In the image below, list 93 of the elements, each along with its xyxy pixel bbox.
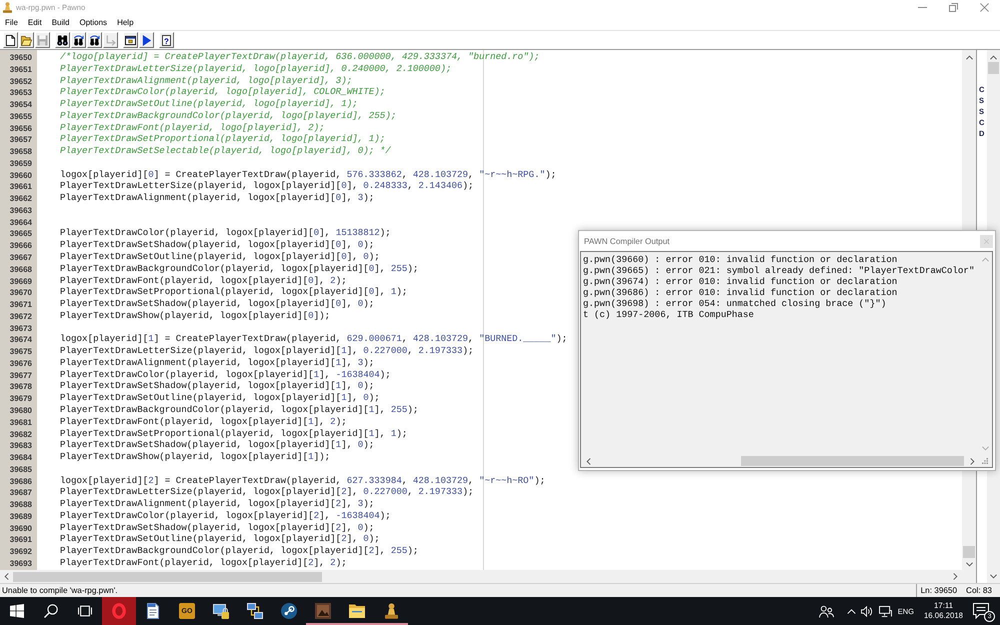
code-line: PlayerTextDrawColor(playerid, logo[playerid], COLOR_WHITE);	[60, 86, 386, 98]
line-number: 39677	[10, 370, 32, 380]
code-line: PlayerTextDrawColor(playerid, logox[playerid][1], -1638404);	[60, 368, 391, 380]
code-line: PlayerTextDrawLetterSize(playerid, logox[playerid][1], 0.227000, 2.197333);	[60, 345, 474, 357]
line-number: 39659	[10, 158, 32, 168]
line-number: 39660	[10, 170, 32, 180]
line-number: 39674	[10, 335, 32, 344]
code-line: PlayerTextDrawBackgroundColor(playerid, logo[playerid], 255);	[60, 110, 396, 122]
code-line: logox[playerid][0] = CreatePlayerTextDraw(playerid, 576.333862, 428.103729, "~r~~h~RPG.");	[60, 168, 556, 180]
code-line: PlayerTextDrawFont(playerid, logox[playerid][2], 2);	[60, 556, 347, 569]
line-number: 39692	[10, 547, 32, 556]
line-number: 39689	[10, 512, 32, 521]
output-line: g.pwn(39660) : error 010: invalid function or declaration	[583, 254, 898, 265]
code-line: PlayerTextDrawSetProportional(playerid, logox[playerid][0], 1);	[60, 286, 408, 298]
line-number: 39665	[10, 229, 32, 238]
line-number: 39678	[10, 382, 32, 392]
line-number: 39662	[10, 194, 32, 204]
line-number: 39681	[10, 418, 32, 427]
line-number: 39666	[10, 241, 32, 250]
code-line: PlayerTextDrawSetProportional(playerid, logo[playerid], 1);	[60, 133, 386, 146]
line-number: 39673	[10, 324, 32, 333]
code-line: PlayerTextDrawSetSelectable(playerid, logo[playerid], 0); */	[60, 145, 391, 157]
code-line: PlayerTextDrawShow(playerid, logox[playerid][1]);	[60, 451, 330, 463]
line-number: 39657	[10, 135, 32, 144]
line-number: 39663	[10, 206, 32, 215]
code-line: PlayerTextDrawLetterSize(playerid, logox[playerid][0], 0.248333, 2.143406);	[60, 180, 474, 192]
code-line: PlayerTextDrawSetOutline(playerid, logo[playerid], 1);	[60, 98, 358, 110]
code-line: PlayerTextDrawSetOutline(playerid, logox[playerid][0], 0);	[60, 251, 380, 263]
line-number: 39672	[10, 312, 32, 321]
line-number: 39686	[10, 476, 32, 486]
output-line: g.pwn(39665) : error 021: symbol already defined: "PlayerTextDrawColor"	[583, 265, 974, 276]
code-line: PlayerTextDrawSetProportional(playerid, logox[playerid][1], 1);	[60, 428, 408, 440]
line-number: 39675	[10, 347, 32, 356]
line-indicator: Ln: 39650	[920, 586, 958, 595]
code-line: PlayerTextDrawAlignment(playerid, logox[playerid][1], 3);	[60, 356, 374, 369]
column-indicator: Col: 83	[966, 586, 992, 595]
line-number: 39656	[10, 124, 32, 133]
code-line: PlayerTextDrawBackgroundColor(playerid, logox[playerid][2], 255);	[60, 545, 418, 557]
output-line: g.pwn(39698) : error 054: unmatched closing brace ("}")	[583, 298, 886, 309]
code-line: PlayerTextDrawSetShadow(playerid, logox[playerid][1], 0);	[60, 380, 374, 392]
line-number: 39680	[10, 406, 32, 415]
line-number: 39690	[10, 524, 32, 533]
line-number: 39687	[10, 488, 32, 498]
line-number: 39669	[10, 276, 32, 286]
line-number: 39668	[10, 264, 32, 274]
code-line: PlayerTextDrawLetterSize(playerid, logox[playerid][2], 0.227000, 2.197333);	[60, 486, 474, 498]
line-number: 39655	[10, 112, 32, 121]
code-line: /*logo[playerid] = CreatePlayerTextDraw(playerid, 636.000000, 429.333374, "burned.ro");	[60, 51, 540, 63]
code-line: PlayerTextDrawAlignment(playerid, logo[playerid], 3);	[60, 74, 352, 86]
code-line: PlayerTextDrawLetterSize(playerid, logo[playerid], 0.240000, 2.100000);	[60, 62, 452, 75]
dialog-title: PAWN Compiler Output	[584, 236, 670, 246]
line-number: 39683	[10, 441, 32, 450]
code-line: PlayerTextDrawAlignment(playerid, logox[playerid][0], 3);	[60, 192, 374, 204]
line-number: 39682	[10, 430, 32, 438]
line-number: 39679	[10, 394, 32, 404]
code-line: PlayerTextDrawSetOutline(playerid, logox[playerid][2], 0);	[60, 533, 380, 546]
code-line: PlayerTextDrawSetOutline(playerid, logox[playerid][1], 0);	[60, 392, 380, 404]
code-line: PlayerTextDrawColor(playerid, logox[playerid][2], -1638404);	[60, 510, 391, 522]
code-line: PlayerTextDrawSetShadow(playerid, logox[playerid][0], 0);	[60, 298, 374, 310]
output-line: g.pwn(39686) : error 010: invalid function or declaration	[583, 287, 898, 298]
line-number: 39693	[10, 558, 32, 568]
code-line: PlayerTextDrawFont(playerid, logo[playerid], 2);	[60, 122, 325, 134]
code-line: PlayerTextDrawFont(playerid, logox[playerid][0], 2);	[60, 274, 347, 286]
code-line: logox[playerid][2] = CreatePlayerTextDraw(playerid, 627.333984, 428.103729, "~r~~h~RO");	[60, 474, 546, 486]
code-line: PlayerTextDrawColor(playerid, logox[playerid][0], 15138812);	[60, 227, 391, 240]
line-number: 39664	[10, 218, 32, 227]
line-number: 39653	[10, 88, 32, 98]
code-line: PlayerTextDrawBackgroundColor(playerid, logox[playerid][0], 255);	[60, 262, 418, 275]
line-number: 39676	[10, 358, 32, 368]
line-number: 39650	[10, 53, 32, 62]
code-line: PlayerTextDrawSetShadow(playerid, logox[playerid][2], 0);	[60, 522, 374, 534]
code-line: logox[playerid][1] = CreatePlayerTextDraw(playerid, 629.000671, 428.103729, "BURNED._____");	[60, 333, 568, 346]
line-number: 39651	[10, 64, 32, 74]
line-number: 39671	[10, 300, 32, 310]
code-line: PlayerTextDrawSetShadow(playerid, logox[playerid][0], 0);	[60, 239, 374, 252]
line-number: 39658	[10, 147, 32, 156]
output-line: t (c) 1997-2006, ITB CompuPhase	[583, 309, 754, 320]
code-line: PlayerTextDrawSetShadow(playerid, logox[playerid][1], 0);	[60, 439, 374, 452]
code-line: PlayerTextDrawShow(playerid, logox[playerid][0]);	[60, 310, 330, 322]
line-number: 39652	[10, 76, 32, 86]
line-number: 39670	[10, 288, 32, 298]
output-line: g.pwn(39674) : error 010: invalid function or declaration	[583, 276, 898, 287]
line-number: 39654	[10, 100, 32, 110]
line-number: 39667	[10, 253, 32, 262]
line-number: 39691	[10, 535, 32, 544]
line-number: 39685	[10, 464, 32, 474]
status-message: Unable to compile 'wa-rpg.pwn'.	[1, 586, 118, 595]
line-number: 39661	[10, 182, 32, 192]
line-number: 39688	[10, 500, 32, 510]
code-line: PlayerTextDrawAlignment(playerid, logox[playerid][2], 3);	[60, 498, 374, 510]
code-line: PlayerTextDrawFont(playerid, logox[playerid][1], 2);	[60, 416, 347, 428]
code-line: PlayerTextDrawBackgroundColor(playerid, logox[playerid][1], 255);	[60, 404, 418, 416]
line-number: 39684	[10, 453, 32, 462]
